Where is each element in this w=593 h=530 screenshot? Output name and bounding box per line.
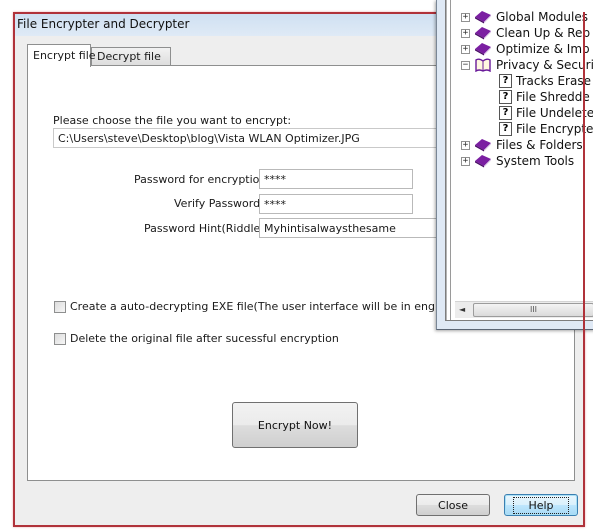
horizontal-scrollbar[interactable]: ◄ III xyxy=(455,301,593,318)
expand-icon[interactable]: + xyxy=(461,140,470,150)
help-tree-frame: ◄ III + Global Modules + Clean Up & Rep + Opt… xyxy=(445,0,593,321)
help-button-label: Help xyxy=(513,496,569,514)
help-button[interactable]: Help xyxy=(504,494,578,516)
choose-file-label: Please choose the file you want to encry… xyxy=(53,114,292,127)
encrypt-now-button[interactable]: Encrypt Now! xyxy=(232,402,358,448)
closed-book-icon xyxy=(475,27,491,40)
tree-item-label: File Undelete xyxy=(516,106,593,120)
delete-original-label: Delete the original file after sucessful… xyxy=(70,332,339,345)
help-page-icon: ? xyxy=(499,74,512,88)
tree-item-label: File Shredde xyxy=(516,90,590,104)
scroll-left-icon[interactable]: ◄ xyxy=(459,305,465,314)
tree-item-label: Tracks Erase xyxy=(516,74,591,88)
screenshot-frame-edge xyxy=(583,12,585,527)
auto-decrypt-exe-option[interactable]: Create a auto-decrypting EXE file(The us… xyxy=(54,300,458,313)
tree-item[interactable]: + Clean Up & Rep xyxy=(461,25,590,41)
auto-decrypt-exe-label: Create a auto-decrypting EXE file(The us… xyxy=(70,300,459,313)
help-page-icon: ? xyxy=(499,122,512,136)
tree-item[interactable]: ? Tracks Erase xyxy=(499,73,591,89)
close-button[interactable]: Close xyxy=(416,494,490,516)
verify-password-label: Verify Password: xyxy=(174,197,264,210)
closed-book-icon xyxy=(475,11,491,24)
scroll-thumb[interactable]: III xyxy=(473,303,593,317)
password-input[interactable]: **** xyxy=(259,169,413,189)
help-page-icon: ? xyxy=(499,90,512,104)
window-title: File Encrypter and Decrypter xyxy=(17,17,190,31)
delete-original-option[interactable]: Delete the original file after sucessful… xyxy=(54,332,339,345)
help-tree-window: ◄ III + Global Modules + Clean Up & Rep + Opt… xyxy=(436,0,593,330)
expand-icon[interactable]: + xyxy=(461,28,470,38)
tree-item[interactable]: + Files & Folders xyxy=(461,137,583,153)
expand-icon[interactable]: + xyxy=(461,156,470,166)
closed-book-icon xyxy=(475,155,491,168)
tree-item[interactable]: ? File Shredde xyxy=(499,89,590,105)
tree-item-label: Privacy & Securi xyxy=(496,58,593,72)
open-book-icon xyxy=(475,58,491,72)
tree-item[interactable]: − Privacy & Securi xyxy=(461,57,593,73)
tree-item-label: Files & Folders xyxy=(496,138,583,152)
tree-item[interactable]: + System Tools xyxy=(461,153,574,169)
password-hint-label: Password Hint(Riddle): xyxy=(144,222,269,235)
tree-item-label: System Tools xyxy=(496,154,575,168)
expand-icon[interactable]: + xyxy=(461,12,470,22)
tree-item[interactable]: + Global Modules xyxy=(461,9,588,25)
tree-item[interactable]: ? File Undelete xyxy=(499,105,593,121)
closed-book-icon xyxy=(475,139,491,152)
tree-item-label: Clean Up & Rep xyxy=(496,26,591,40)
tab-encrypt-file[interactable]: Encrypt file xyxy=(27,44,96,67)
tab-decrypt-file[interactable]: Decrypt file xyxy=(91,47,171,66)
password-hint-input[interactable]: Myhintisalwaysthesame xyxy=(259,218,459,238)
delete-original-checkbox[interactable] xyxy=(54,332,66,345)
password-label: Password for encryption: xyxy=(134,173,271,186)
tree-item[interactable]: ? File Encrypte xyxy=(499,121,593,137)
tree-item-label: Optimize & Imp xyxy=(496,42,590,56)
verify-password-input[interactable]: **** xyxy=(259,194,413,214)
tree-item-label: Global Modules xyxy=(496,10,588,24)
help-page-icon: ? xyxy=(499,106,512,120)
tree-item[interactable]: + Optimize & Imp xyxy=(461,41,590,57)
file-path-input[interactable]: C:\Users\steve\Desktop\blog\Vista WLAN O… xyxy=(53,128,453,148)
expand-icon[interactable]: + xyxy=(461,44,470,54)
help-tree-view: ◄ III + Global Modules + Clean Up & Rep + Opt… xyxy=(450,0,593,320)
collapse-icon[interactable]: − xyxy=(461,60,470,70)
closed-book-icon xyxy=(475,43,491,56)
tree-item-label: File Encrypte xyxy=(516,122,593,136)
auto-decrypt-exe-checkbox[interactable] xyxy=(54,300,66,313)
